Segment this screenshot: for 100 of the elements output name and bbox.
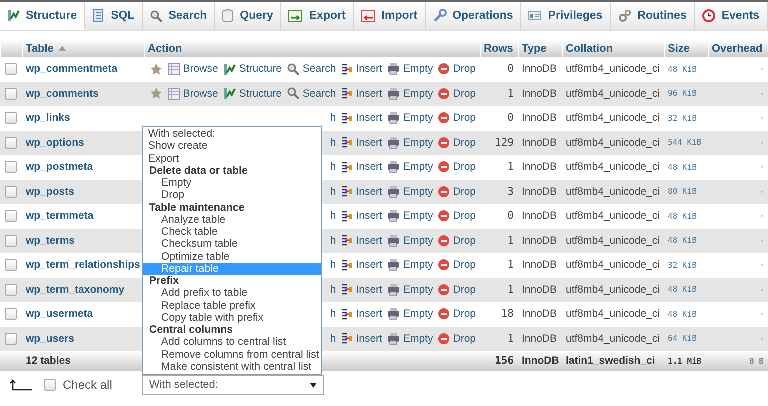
dropdown-option[interactable]: Check table [143,226,322,238]
action-link[interactable]: Drop [453,259,476,272]
action-link[interactable]: Insert [356,210,382,222]
action-link[interactable]: Empty [403,259,434,272]
action-link[interactable]: Insert [356,332,382,345]
action-link[interactable]: h [330,136,336,149]
action-link[interactable]: Empty [403,112,434,124]
dropdown-option[interactable]: Drop [143,189,322,202]
row-checkbox[interactable] [5,308,17,320]
row-checkbox[interactable] [5,136,17,149]
action-link[interactable]: Structure [239,63,282,76]
dropdown-option[interactable]: Show create [143,140,322,152]
action-link[interactable]: Empty [403,308,434,320]
sort-ascending-icon[interactable] [58,46,66,51]
row-checkbox[interactable] [5,112,17,124]
action-link[interactable]: Empty [403,332,434,345]
dropdown-option[interactable]: Make consistent with central list [143,360,322,373]
action-link[interactable]: Drop [453,63,476,76]
row-checkbox[interactable] [5,63,17,76]
column-header[interactable]: Table [26,42,54,54]
row-checkbox[interactable] [5,88,17,100]
table-name-link[interactable]: wp_users [26,332,74,345]
action-link[interactable]: Insert [356,161,382,174]
action-link[interactable]: Drop [453,112,476,124]
action-link[interactable]: Search [302,63,336,76]
with-selected-dropdown[interactable]: With selected: [142,375,324,395]
tab[interactable]: Routines [610,2,695,30]
action-link[interactable]: Browse [183,63,218,76]
action-link[interactable]: Empty [403,234,434,247]
action-link[interactable]: Empty [403,210,434,222]
action-link[interactable]: Drop [453,234,476,247]
dropdown-option[interactable]: Export [143,152,322,165]
tab[interactable]: Privileges [521,2,611,30]
action-link[interactable]: Empty [403,186,434,198]
action-link[interactable]: Insert [356,234,382,247]
tab[interactable]: Export [281,2,354,30]
row-checkbox[interactable] [5,259,17,272]
dropdown-option[interactable]: Remove columns from central list [143,348,322,361]
row-checkbox[interactable] [5,210,17,222]
action-link[interactable]: Drop [453,210,476,222]
action-link[interactable]: h [330,186,336,198]
action-link[interactable]: h [330,308,336,320]
action-link[interactable]: h [330,284,336,296]
action-link[interactable]: h [330,112,336,124]
check-all-label[interactable]: Check all [63,378,112,392]
tab[interactable]: Structure [0,2,86,30]
action-link[interactable]: Empty [403,88,434,100]
action-link[interactable]: Insert [356,284,382,296]
dropdown-option[interactable]: With selected: [143,128,322,140]
action-link[interactable]: h [330,332,336,345]
action-link[interactable]: Drop [453,186,476,198]
action-link[interactable]: h [330,234,336,247]
action-link[interactable]: Drop [453,332,476,345]
tab[interactable]: Events [694,2,768,30]
action-link[interactable]: Insert [356,112,382,124]
tab[interactable]: SQL [85,2,143,30]
table-name-link[interactable]: wp_comments [26,88,99,100]
tab[interactable]: Query [215,2,282,30]
action-link[interactable]: Search [302,88,336,100]
row-checkbox[interactable] [5,186,17,198]
tab[interactable]: Operations [426,2,522,30]
dropdown-option[interactable]: Optimize table [143,250,322,263]
action-link[interactable]: Drop [453,161,476,174]
action-link[interactable]: Insert [356,63,382,76]
action-link[interactable]: Browse [183,88,218,100]
dropdown-option[interactable]: Replace table prefix [143,300,322,312]
action-link[interactable]: Drop [453,284,476,296]
table-name-link[interactable]: wp_term_relationships [26,259,140,272]
dropdown-option[interactable]: Copy table with prefix [143,312,322,324]
table-name-link[interactable]: wp_term_taxonomy [26,284,125,296]
table-name-link[interactable]: wp_terms [26,234,76,247]
star-icon[interactable] [150,87,164,100]
star-icon[interactable] [150,62,164,76]
checkbox[interactable] [44,379,56,391]
action-link[interactable]: Empty [403,161,434,174]
table-name-link[interactable]: wp_commentmeta [26,63,118,76]
action-link[interactable]: h [330,259,336,272]
table-name-link[interactable]: wp_options [26,136,84,149]
tab[interactable]: Search [142,2,216,30]
action-link[interactable]: Empty [403,63,434,76]
row-checkbox[interactable] [5,234,17,247]
dropdown-option[interactable]: Analyze table [143,214,322,226]
action-link[interactable]: Drop [453,136,476,149]
table-name-link[interactable]: wp_usermeta [26,308,94,320]
action-link[interactable]: Insert [356,186,382,198]
action-link[interactable]: h [330,210,336,222]
table-name-link[interactable]: wp_posts [26,186,74,198]
row-checkbox[interactable] [5,332,17,345]
action-link[interactable]: Insert [356,136,382,149]
dropdown-option[interactable]: Add prefix to table [143,287,322,300]
action-link[interactable]: Insert [356,88,382,100]
row-checkbox[interactable] [5,284,17,296]
row-checkbox[interactable] [5,161,17,174]
dropdown-option[interactable]: Empty [143,177,322,190]
action-link[interactable]: Drop [453,88,476,100]
action-link[interactable]: Insert [356,259,382,272]
action-link[interactable]: Structure [239,88,282,100]
action-link[interactable]: h [330,161,336,174]
action-link[interactable]: Drop [453,308,476,320]
action-link[interactable]: Insert [356,308,382,320]
